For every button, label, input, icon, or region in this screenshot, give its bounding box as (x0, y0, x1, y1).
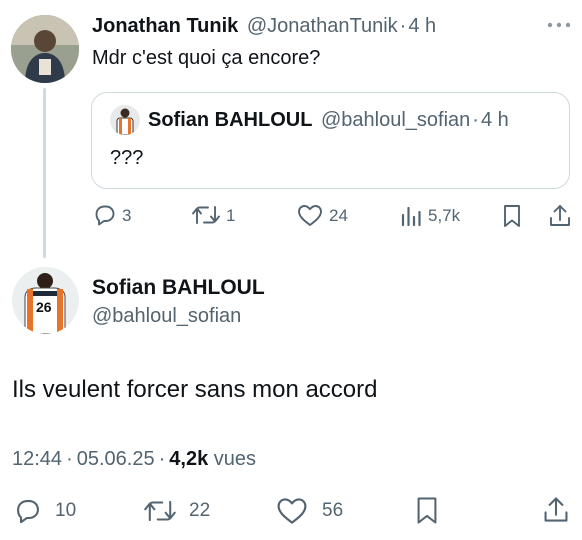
views-icon[interactable] (400, 205, 422, 227)
author-name[interactable]: Sofian BAHLOUL (92, 275, 265, 300)
reply-icon[interactable] (92, 203, 118, 227)
like-count: 24 (329, 206, 348, 225)
like-icon[interactable] (276, 497, 308, 525)
author-handle[interactable]: @JonathanTunik (247, 15, 398, 37)
person-avatar-icon (11, 15, 79, 83)
quoted-text: ??? (110, 147, 144, 169)
separator: · (399, 15, 407, 37)
reply-icon[interactable] (13, 497, 43, 525)
tweet-time[interactable]: 4 h (408, 15, 436, 37)
retweet-icon[interactable] (143, 498, 177, 524)
more-dots-icon[interactable] (546, 20, 572, 30)
author-name[interactable]: Jonathan Tunik (92, 15, 238, 37)
retweet-count: 1 (226, 206, 236, 225)
reply-author-row: Jonathan Tunik @JonathanTunik · 4 h (92, 14, 436, 38)
share-icon[interactable] (548, 203, 572, 228)
author-handle[interactable]: @bahloul_sofian (92, 304, 241, 328)
tweet-meta: 12:44 · 05.06.25 · 4,2k vues (12, 447, 256, 471)
author-name: Sofian BAHLOUL (148, 109, 313, 131)
jersey-number: 26 (36, 299, 52, 315)
bookmark-icon[interactable] (415, 496, 439, 525)
views-count: 5,7k (428, 206, 461, 225)
thread-line (43, 88, 46, 258)
person-avatar-icon (110, 105, 140, 135)
separator: · (472, 109, 479, 131)
quoted-author-row: Sofian BAHLOUL @bahloul_sofian · 4 h (148, 108, 509, 132)
bookmark-icon[interactable] (502, 204, 522, 228)
avatar[interactable] (11, 15, 79, 83)
reply-count: 3 (122, 206, 132, 225)
retweet-icon[interactable] (191, 204, 221, 226)
author-handle: @bahloul_sofian (321, 109, 471, 131)
tweet-text: Mdr c'est quoi ça encore? (92, 47, 321, 69)
retweet-count: 22 (189, 500, 211, 521)
tweet-date[interactable]: 05.06.25 (77, 448, 155, 470)
views-label: vues (213, 448, 257, 470)
separator: · (158, 448, 166, 470)
avatar[interactable]: 26 (12, 267, 79, 334)
tweet-text: Ils veulent forcer sans mon accord (12, 376, 378, 403)
like-icon[interactable] (297, 204, 323, 227)
tweet-time[interactable]: 12:44 (12, 448, 62, 470)
tweet-time: 4 h (480, 109, 509, 131)
reply-count: 10 (55, 500, 77, 521)
like-count: 56 (322, 500, 344, 521)
avatar (110, 105, 140, 135)
share-icon[interactable] (542, 495, 570, 524)
separator: · (66, 448, 73, 470)
views-count: 4,2k (169, 448, 209, 470)
quoted-tweet-card[interactable] (91, 92, 570, 189)
